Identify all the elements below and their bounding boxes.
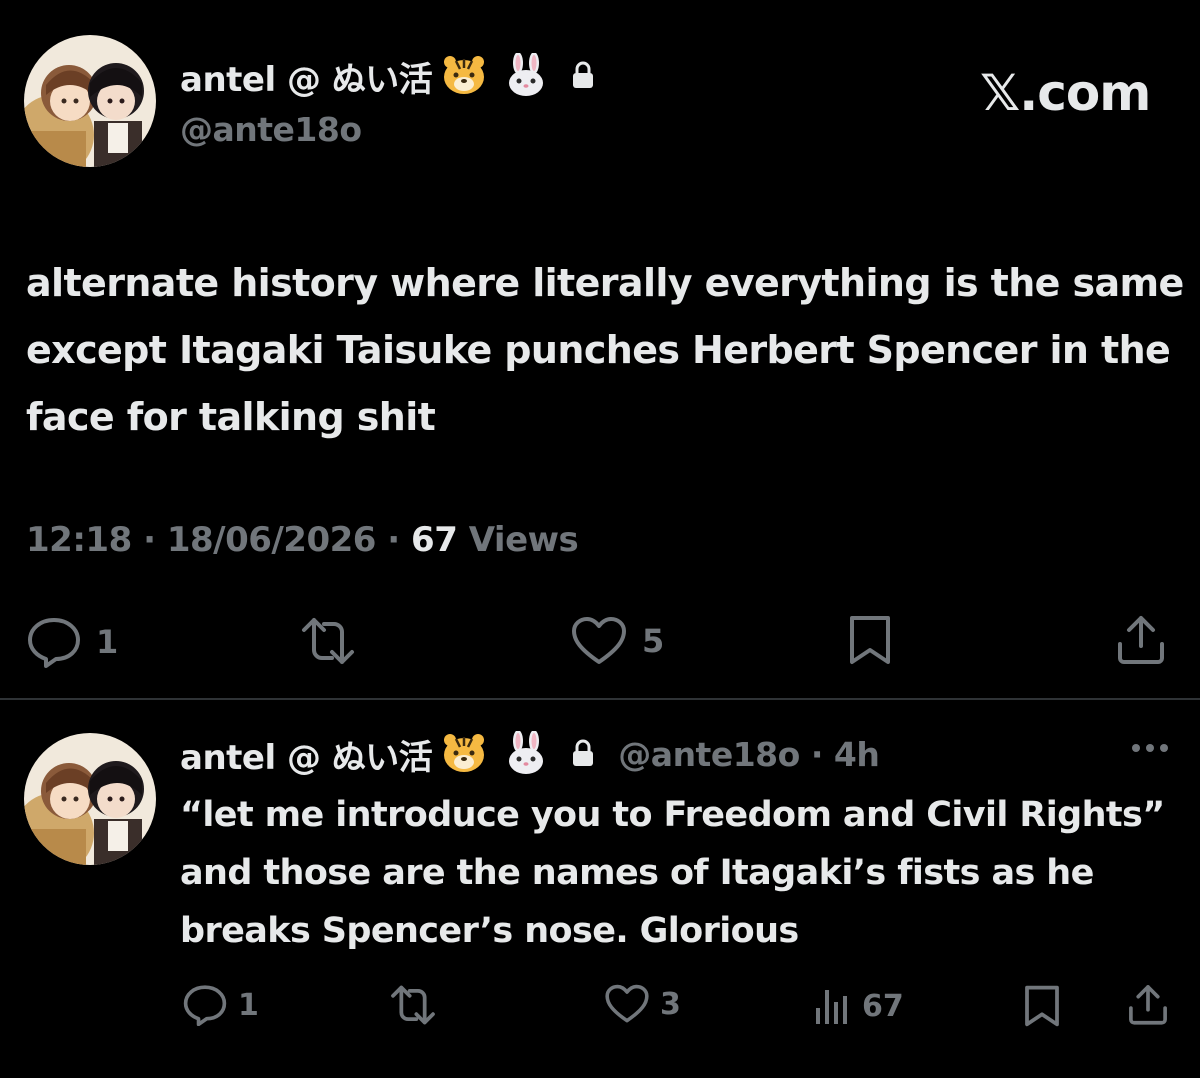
repost-icon — [391, 985, 435, 1025]
bookmark-icon — [850, 616, 890, 664]
author-handle[interactable]: @ante18o — [180, 110, 362, 149]
author-name-row: antel @ ぬい活 — [180, 51, 596, 101]
reply-views-count: 67 — [862, 988, 904, 1024]
tweet-text: alternate history where literally everyt… — [26, 261, 1184, 439]
tiger-face-icon — [442, 55, 486, 99]
rabbit-face-icon — [504, 729, 548, 779]
repost-button[interactable] — [298, 616, 372, 666]
reply-count: 1 — [96, 623, 119, 661]
reply-author-handle[interactable]: @ante18o · 4h — [618, 735, 880, 774]
tweet-meta: 12:18 · 18/06/2026 · 67 Views — [26, 520, 579, 560]
repost-icon — [302, 618, 354, 664]
heart-icon — [572, 617, 626, 664]
rabbit-face-icon — [504, 51, 548, 101]
reply-share-button[interactable] — [1126, 982, 1170, 1026]
lock-icon — [570, 60, 596, 94]
site-watermark: 𝕏.com — [980, 64, 1151, 122]
meta-separator: · — [143, 520, 156, 560]
views-label: Views — [468, 520, 579, 560]
tweet-date[interactable]: 18/06/2026 — [167, 520, 377, 560]
share-icon — [1129, 985, 1167, 1025]
meta-separator: · — [387, 520, 400, 560]
reply-icon — [183, 985, 227, 1026]
heart-icon — [605, 984, 649, 1023]
reply-reply-count: 1 — [238, 987, 259, 1023]
share-icon — [1118, 616, 1164, 664]
share-button[interactable] — [1114, 612, 1168, 666]
more-options-icon[interactable] — [1130, 740, 1170, 759]
reply-like-count: 3 — [660, 986, 681, 1022]
tweet-time[interactable]: 12:18 — [26, 520, 132, 560]
reply-avatar[interactable] — [24, 733, 156, 865]
reply-reply-button[interactable]: 1 — [182, 984, 259, 1026]
reply-text: “let me introduce you to Freedom and Civ… — [180, 795, 1165, 951]
views-count: 67 — [411, 520, 458, 560]
reply-views-button[interactable]: 67 — [812, 986, 904, 1026]
bookmark-button[interactable] — [846, 614, 894, 666]
reply-time: 4h — [833, 735, 880, 774]
reply-icon — [28, 618, 80, 668]
avatar[interactable] — [24, 35, 156, 167]
bookmark-icon — [1025, 985, 1059, 1027]
author-display-name[interactable]: antel @ ぬい活 — [180, 52, 433, 101]
like-button[interactable]: 5 — [570, 616, 664, 666]
divider — [0, 698, 1200, 700]
analytics-icon — [816, 990, 847, 1024]
reply-bookmark-button[interactable] — [1022, 984, 1062, 1028]
reply-repost-button[interactable] — [388, 984, 448, 1026]
reply-header: antel @ ぬい活 @ante18o · 4h — [180, 729, 880, 779]
lock-icon — [570, 738, 596, 772]
reply-button[interactable]: 1 — [26, 616, 118, 668]
tiger-face-icon — [442, 733, 486, 777]
reply-author-display-name[interactable]: antel @ ぬい活 — [180, 730, 433, 779]
reply-like-button[interactable]: 3 — [604, 984, 681, 1024]
like-count: 5 — [642, 622, 665, 660]
